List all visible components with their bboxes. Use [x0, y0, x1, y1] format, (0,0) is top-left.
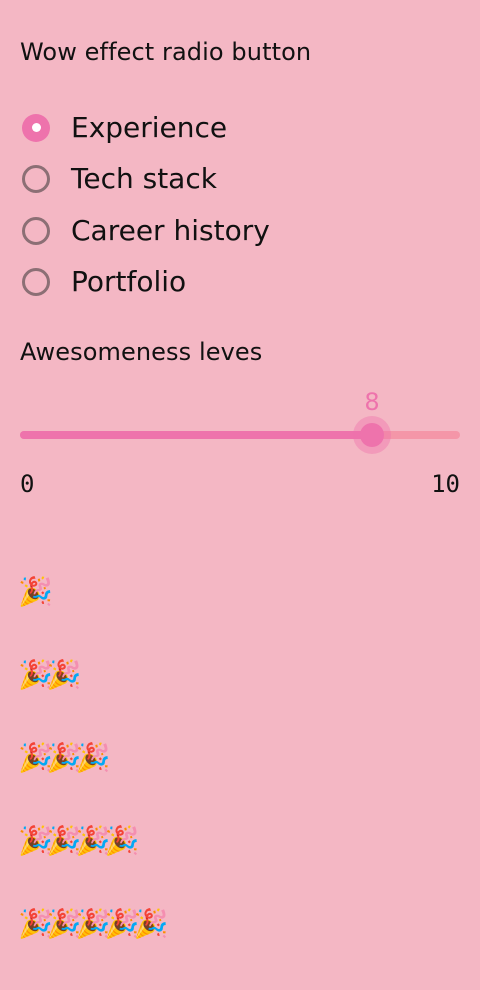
- slider-value-label: 8: [364, 388, 380, 416]
- radio-button[interactable]: [22, 268, 50, 297]
- radio-section-title: Wow effect radio button: [20, 38, 312, 66]
- party-popper-icon: 🎉🎉🎉🎉: [18, 824, 139, 857]
- slider-fill: [20, 431, 372, 439]
- radio-label[interactable]: Portfolio: [71, 268, 186, 296]
- radio-option-tech-stack[interactable]: Tech stack: [22, 154, 270, 206]
- party-popper-list: 🎉 🎉🎉 🎉🎉🎉 🎉🎉🎉🎉 🎉🎉🎉🎉🎉: [18, 575, 168, 990]
- radio-group: Experience Tech stack Career history Por…: [22, 102, 270, 308]
- party-popper-icon: 🎉🎉🎉: [18, 741, 111, 774]
- radio-button-checked[interactable]: [22, 113, 50, 142]
- radio-label[interactable]: Career history: [71, 216, 270, 245]
- radio-option-experience[interactable]: Experience: [22, 102, 270, 154]
- slider-max-label: 10: [431, 470, 460, 498]
- radio-option-career-history[interactable]: Career history: [22, 205, 270, 257]
- party-popper-icon: 🎉: [18, 575, 53, 608]
- awesomeness-slider[interactable]: 8 0 10: [20, 380, 460, 500]
- radio-option-portfolio[interactable]: Portfolio: [22, 257, 270, 309]
- radio-label[interactable]: Tech stack: [71, 165, 217, 193]
- radio-button[interactable]: [22, 216, 50, 245]
- radio-button[interactable]: [22, 165, 50, 194]
- slider-section-title: Awesomeness leves: [20, 338, 263, 366]
- slider-thumb[interactable]: [360, 423, 384, 447]
- slider-min-label: 0: [20, 470, 35, 498]
- party-popper-icon: 🎉🎉: [18, 658, 82, 691]
- radio-label[interactable]: Experience: [71, 113, 227, 142]
- party-popper-icon: 🎉🎉🎉🎉🎉: [18, 907, 168, 940]
